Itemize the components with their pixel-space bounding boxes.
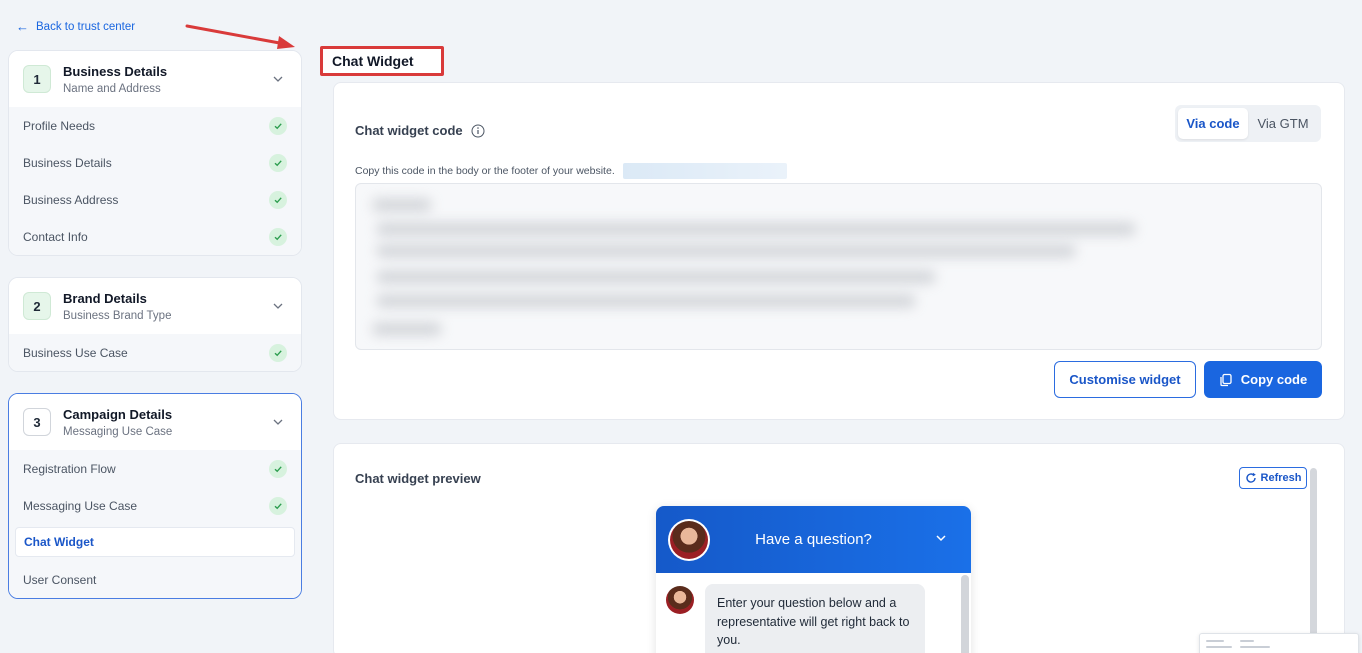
step-item-label: Registration Flow — [23, 461, 116, 476]
message-bubble: Enter your question below and a represen… — [705, 584, 925, 653]
redacted-code-line — [372, 198, 432, 212]
step-item-contact-info[interactable]: Contact Info — [9, 218, 301, 255]
step-number-badge: 3 — [23, 408, 51, 436]
step-item-label: Profile Needs — [23, 118, 96, 133]
chat-widget-preview-panel: Chat widget preview Refresh Have a quest… — [333, 443, 1345, 653]
code-panel-heading: Chat widget code — [355, 123, 485, 138]
step-title: Brand Details — [63, 290, 147, 306]
chat-widget-preview: Have a question? Enter your question bel… — [656, 506, 971, 653]
copy-code-label: Copy code — [1240, 372, 1308, 387]
step-item-label: Business Details — [23, 155, 112, 170]
widget-body: Enter your question below and a represen… — [656, 573, 971, 653]
step-subtitle: Messaging Use Case — [63, 425, 173, 438]
redacted-code-line — [376, 222, 1136, 236]
check-icon — [269, 459, 287, 478]
redacted-text — [622, 163, 787, 179]
preview-panel-label: Chat widget preview — [355, 471, 481, 486]
customise-widget-label: Customise widget — [1069, 372, 1181, 387]
check-icon — [269, 227, 287, 246]
back-to-trust-center-link[interactable]: ← Back to trust center — [16, 20, 135, 33]
page-thumbnail[interactable] — [1199, 633, 1359, 653]
back-link-label: Back to trust center — [36, 20, 136, 33]
code-panel-label: Chat widget code — [355, 123, 463, 138]
copy-hint: Copy this code in the body or the footer… — [355, 163, 787, 179]
customise-widget-button[interactable]: Customise widget — [1054, 361, 1196, 398]
step-item-label: Business Address — [23, 192, 119, 207]
check-icon — [269, 496, 287, 515]
step-item-chat-widget[interactable]: Chat Widget — [15, 527, 295, 557]
step-subtitle: Name and Address — [63, 82, 161, 95]
refresh-button[interactable]: Refresh — [1239, 467, 1307, 489]
copy-icon — [1220, 373, 1232, 386]
widget-header[interactable]: Have a question? — [656, 506, 971, 573]
chevron-down-icon[interactable] — [935, 533, 947, 543]
check-icon — [269, 153, 287, 172]
step-item-registration-flow[interactable]: Registration Flow — [9, 450, 301, 487]
step-item-label: User Consent — [23, 572, 97, 587]
step-header-business-details[interactable]: 1 Business Details Name and Address — [9, 51, 301, 107]
step-item-label: Messaging Use Case — [23, 498, 138, 513]
step-item-user-consent[interactable]: User Consent — [9, 561, 301, 598]
step-header-brand-details[interactable]: 2 Brand Details Business Brand Type — [9, 278, 301, 334]
chat-widget-code-panel: Chat widget code Via code Via GTM Copy t… — [333, 82, 1345, 420]
step-number-badge: 2 — [23, 292, 51, 320]
agent-avatar-small — [666, 586, 694, 614]
chevron-down-icon[interactable] — [271, 72, 285, 86]
step-card-business-details: 1 Business Details Name and Address Prof… — [8, 50, 302, 256]
step-item-label: Contact Info — [23, 229, 88, 244]
toggle-via-code[interactable]: Via code — [1178, 108, 1248, 139]
widget-title: Have a question? — [755, 531, 872, 548]
page-title-text: Chat Widget — [332, 53, 414, 69]
refresh-icon — [1245, 472, 1256, 483]
toggle-via-gtm[interactable]: Via GTM — [1248, 108, 1318, 139]
step-item-messaging-use-case[interactable]: Messaging Use Case — [9, 487, 301, 524]
copy-code-button[interactable]: Copy code — [1204, 361, 1322, 398]
step-number-badge: 1 — [23, 65, 51, 93]
step-item-profile-needs[interactable]: Profile Needs — [9, 107, 301, 144]
step-subtitle: Business Brand Type — [63, 309, 172, 322]
redacted-code-line — [372, 322, 442, 336]
check-icon — [269, 116, 287, 135]
redacted-code-line — [376, 244, 1076, 258]
copy-hint-text: Copy this code in the body or the footer… — [355, 165, 615, 177]
code-source-toggle: Via code Via GTM — [1175, 105, 1321, 142]
arrow-left-icon: ← — [16, 19, 29, 34]
check-icon — [269, 343, 287, 362]
preview-scrollbar[interactable] — [1310, 468, 1317, 653]
annotation-arrow-icon — [185, 24, 295, 49]
chevron-down-icon[interactable] — [271, 415, 285, 429]
step-item-business-use-case[interactable]: Business Use Case — [9, 334, 301, 371]
page-title: Chat Widget — [320, 46, 444, 76]
step-header-campaign-details[interactable]: 3 Campaign Details Messaging Use Case — [9, 394, 301, 450]
redacted-code-line — [376, 294, 916, 308]
step-item-business-address[interactable]: Business Address — [9, 181, 301, 218]
step-item-label: Chat Widget — [24, 535, 94, 549]
refresh-label: Refresh — [1260, 472, 1302, 484]
step-item-business-details[interactable]: Business Details — [9, 144, 301, 181]
step-card-campaign-details: 3 Campaign Details Messaging Use Case Re… — [8, 393, 302, 599]
code-snippet-box[interactable] — [355, 183, 1322, 350]
step-title: Business Details — [63, 63, 168, 79]
chevron-down-icon[interactable] — [271, 299, 285, 313]
step-card-brand-details: 2 Brand Details Business Brand Type Busi… — [8, 277, 302, 372]
widget-scrollbar[interactable] — [961, 575, 969, 653]
info-icon[interactable] — [471, 124, 485, 138]
step-title: Campaign Details — [63, 406, 173, 422]
step-item-label: Business Use Case — [23, 345, 128, 360]
redacted-code-line — [376, 270, 936, 284]
check-icon — [269, 190, 287, 209]
